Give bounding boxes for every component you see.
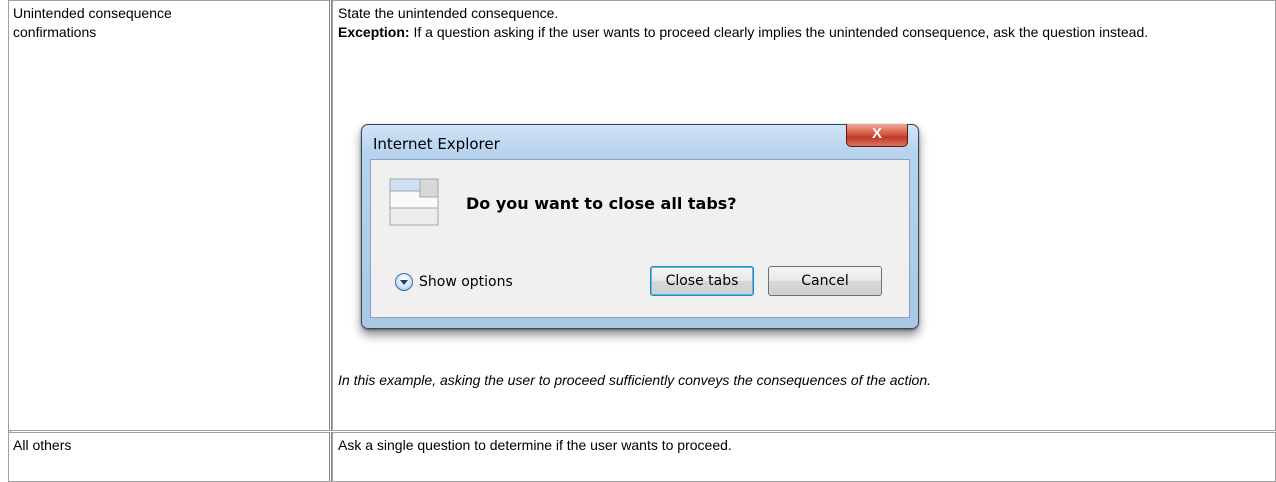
show-options-toggle[interactable]: Show options [395,273,513,291]
dialog-body: Do you want to close all tabs? Show opti… [370,159,910,318]
row-2-instruction: Ask a single question to determine if th… [338,437,732,453]
chevron-down-icon [395,273,413,291]
dialog-title: Internet Explorer [373,135,500,153]
row-2-content-cell: Ask a single question to determine if th… [332,432,1276,482]
row-1-exception: Exception: If a question asking if the u… [338,23,1268,42]
row-2-label: All others [13,437,72,453]
row-1-label-cell: Unintended consequence confirmations [8,0,332,431]
example-caption: In this example, asking the user to proc… [338,372,932,388]
dialog-question: Do you want to close all tabs? [466,194,737,213]
close-icon[interactable]: X [846,124,908,147]
example-dialog: Internet Explorer X Do you want to close… [361,124,919,329]
close-tabs-button[interactable]: Close tabs [650,266,754,296]
exception-text: If a question asking if the user wants t… [409,24,1149,40]
show-options-label: Show options [419,274,513,290]
row-2-label-cell: All others [8,432,332,482]
exception-label: Exception: [338,24,410,40]
row-1-instruction: State the unintended consequence. [338,5,559,21]
row-1-content-cell: State the unintended consequence. Except… [332,0,1276,431]
tabs-window-icon [389,178,439,226]
guidelines-table: Unintended consequence confirmations Sta… [8,0,1276,482]
cancel-button[interactable]: Cancel [768,266,882,296]
row-1-label: Unintended consequence confirmations [13,5,172,40]
